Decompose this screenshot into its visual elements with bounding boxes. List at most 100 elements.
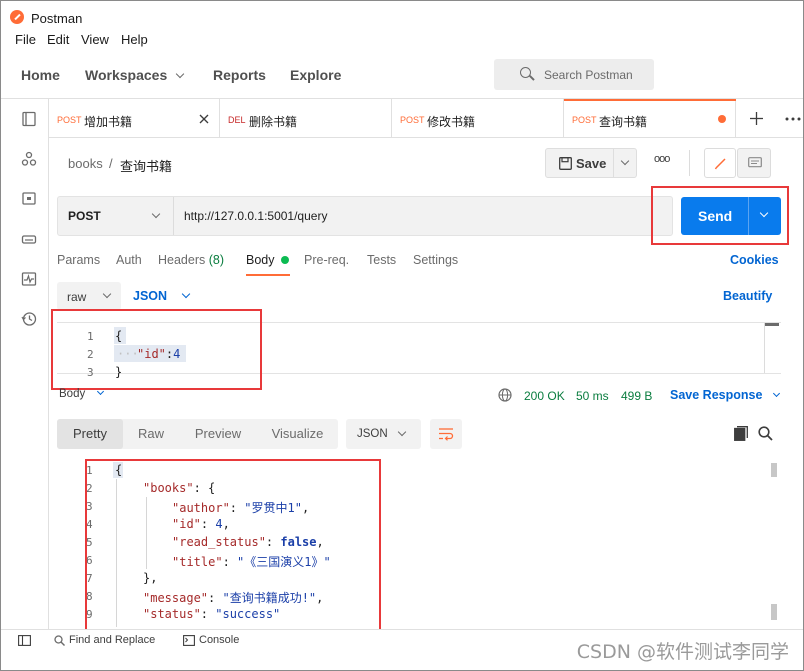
documentation-edit-button[interactable]	[704, 148, 736, 178]
history-icon[interactable]	[21, 311, 37, 327]
response-scrollbar-top[interactable]	[771, 463, 777, 477]
url-input[interactable]: http://127.0.0.1:5001/query	[184, 209, 327, 223]
response-size[interactable]: 499 B	[621, 389, 652, 403]
watermark-text: CSDN @软件测试李同学	[576, 641, 789, 663]
unsaved-dot-icon	[718, 115, 726, 123]
url-bar: POST http://127.0.0.1:5001/query	[57, 196, 673, 236]
method-value: POST	[68, 209, 101, 223]
close-icon[interactable]	[199, 114, 209, 124]
tabs-divider	[49, 137, 803, 138]
tab-options-icon[interactable]	[785, 117, 801, 121]
new-tab-plus-icon[interactable]	[750, 112, 763, 125]
response-format-select[interactable]: JSON	[346, 419, 421, 449]
tab-method: POST	[572, 115, 597, 125]
body-format-value: JSON	[133, 289, 168, 303]
body-mode-select[interactable]: raw	[57, 282, 121, 310]
breadcrumb-request: 查询书籍	[120, 159, 173, 174]
tab-auth[interactable]: Auth	[116, 253, 142, 267]
editor-scrollbar[interactable]	[765, 323, 779, 326]
status-code[interactable]: 200 OK	[524, 389, 565, 403]
mock-servers-icon[interactable]	[21, 231, 37, 247]
more-options-icon[interactable]: ooo	[654, 153, 670, 165]
tab-delete-book[interactable]: DEL 删除书籍	[220, 99, 392, 137]
save-button[interactable]: Save	[545, 148, 637, 178]
menu-file[interactable]: File	[15, 32, 36, 47]
response-scrollbar-bottom[interactable]	[771, 604, 777, 620]
collections-icon[interactable]	[21, 111, 37, 127]
response-body-select[interactable]: Body	[59, 387, 105, 400]
pencil-icon	[714, 158, 726, 170]
search-icon	[520, 67, 531, 78]
tab-tests[interactable]: Tests	[367, 253, 396, 267]
chevron-down-icon	[175, 69, 185, 79]
cookies-link[interactable]: Cookies	[730, 253, 779, 267]
tab-query-book[interactable]: POST 查询书籍	[564, 99, 736, 137]
chevron-down-icon	[97, 387, 105, 396]
body-format-select[interactable]: JSON	[133, 289, 190, 303]
view-pretty[interactable]: Pretty	[57, 419, 123, 449]
comments-button[interactable]	[737, 148, 771, 178]
beautify-link[interactable]: Beautify	[723, 289, 772, 303]
highlight-request-body	[51, 309, 262, 390]
postman-window: Postman File Edit View Help Home Workspa…	[0, 0, 804, 671]
tab-headers-label: Headers	[158, 253, 206, 267]
breadcrumb-collection[interactable]: books	[68, 156, 103, 171]
tab-params[interactable]: Params	[57, 253, 100, 267]
window-title: Postman	[31, 11, 83, 26]
tab-method: DEL	[228, 115, 246, 125]
breadcrumb-separator: /	[109, 156, 113, 171]
tab-method: POST	[400, 115, 425, 125]
response-format-value: JSON	[357, 428, 388, 440]
search-icon	[54, 635, 65, 646]
search-placeholder: Search Postman	[544, 68, 633, 82]
tab-headers[interactable]: Headers (8)	[158, 253, 224, 267]
nav-workspaces[interactable]: Workspaces	[85, 67, 185, 83]
wrap-lines-icon	[439, 428, 454, 441]
tab-settings[interactable]: Settings	[413, 253, 458, 267]
environments-icon[interactable]	[21, 191, 37, 207]
view-preview[interactable]: Preview	[179, 419, 257, 449]
editor-scroll-track	[764, 323, 765, 373]
tab-add-book[interactable]: POST 增加书籍	[49, 99, 220, 137]
nav-workspaces-label: Workspaces	[85, 67, 168, 83]
monitors-icon[interactable]	[21, 271, 37, 287]
tab-edit-book[interactable]: POST 修改书籍	[392, 99, 564, 137]
save-divider	[613, 149, 614, 177]
body-indicator-dot	[280, 256, 289, 264]
menu-view[interactable]: View	[81, 32, 109, 47]
console-icon	[183, 635, 195, 646]
globe-icon[interactable]	[498, 388, 512, 402]
tab-body[interactable]: Body	[246, 253, 289, 267]
console-button[interactable]: Console	[199, 634, 239, 646]
nav-home[interactable]: Home	[21, 67, 60, 83]
response-time[interactable]: 50 ms	[576, 389, 609, 403]
save-label: Save	[576, 156, 607, 171]
tab-label: 删除书籍	[249, 115, 298, 129]
menu-edit[interactable]: Edit	[47, 32, 69, 47]
copy-icon[interactable]	[734, 426, 748, 441]
sidebar-toggle-icon[interactable]	[18, 635, 31, 646]
menu-help[interactable]: Help	[121, 32, 148, 47]
tab-prereq[interactable]: Pre-req.	[304, 253, 349, 267]
chevron-down-icon[interactable]	[620, 156, 630, 166]
save-icon	[559, 157, 572, 170]
wrap-lines-button[interactable]	[430, 419, 462, 449]
highlight-response-body	[85, 459, 381, 631]
tab-method: POST	[57, 115, 82, 125]
view-visualize[interactable]: Visualize	[257, 419, 338, 449]
postman-logo-icon	[10, 10, 24, 24]
apis-icon[interactable]	[21, 151, 37, 167]
left-sidebar	[9, 99, 49, 629]
search-icon[interactable]	[758, 426, 773, 441]
save-response-button[interactable]: Save Response	[670, 388, 780, 402]
headers-count: (8)	[208, 253, 225, 267]
tab-label: 查询书籍	[599, 115, 648, 129]
nav-explore[interactable]: Explore	[290, 67, 341, 83]
search-bar[interactable]: Search Postman	[494, 59, 654, 90]
method-select[interactable]: POST	[58, 197, 174, 235]
comment-icon	[748, 157, 762, 168]
nav-reports[interactable]: Reports	[213, 67, 266, 83]
view-raw[interactable]: Raw	[123, 419, 179, 449]
highlight-send	[651, 186, 789, 245]
find-replace-button[interactable]: Find and Replace	[69, 634, 155, 646]
